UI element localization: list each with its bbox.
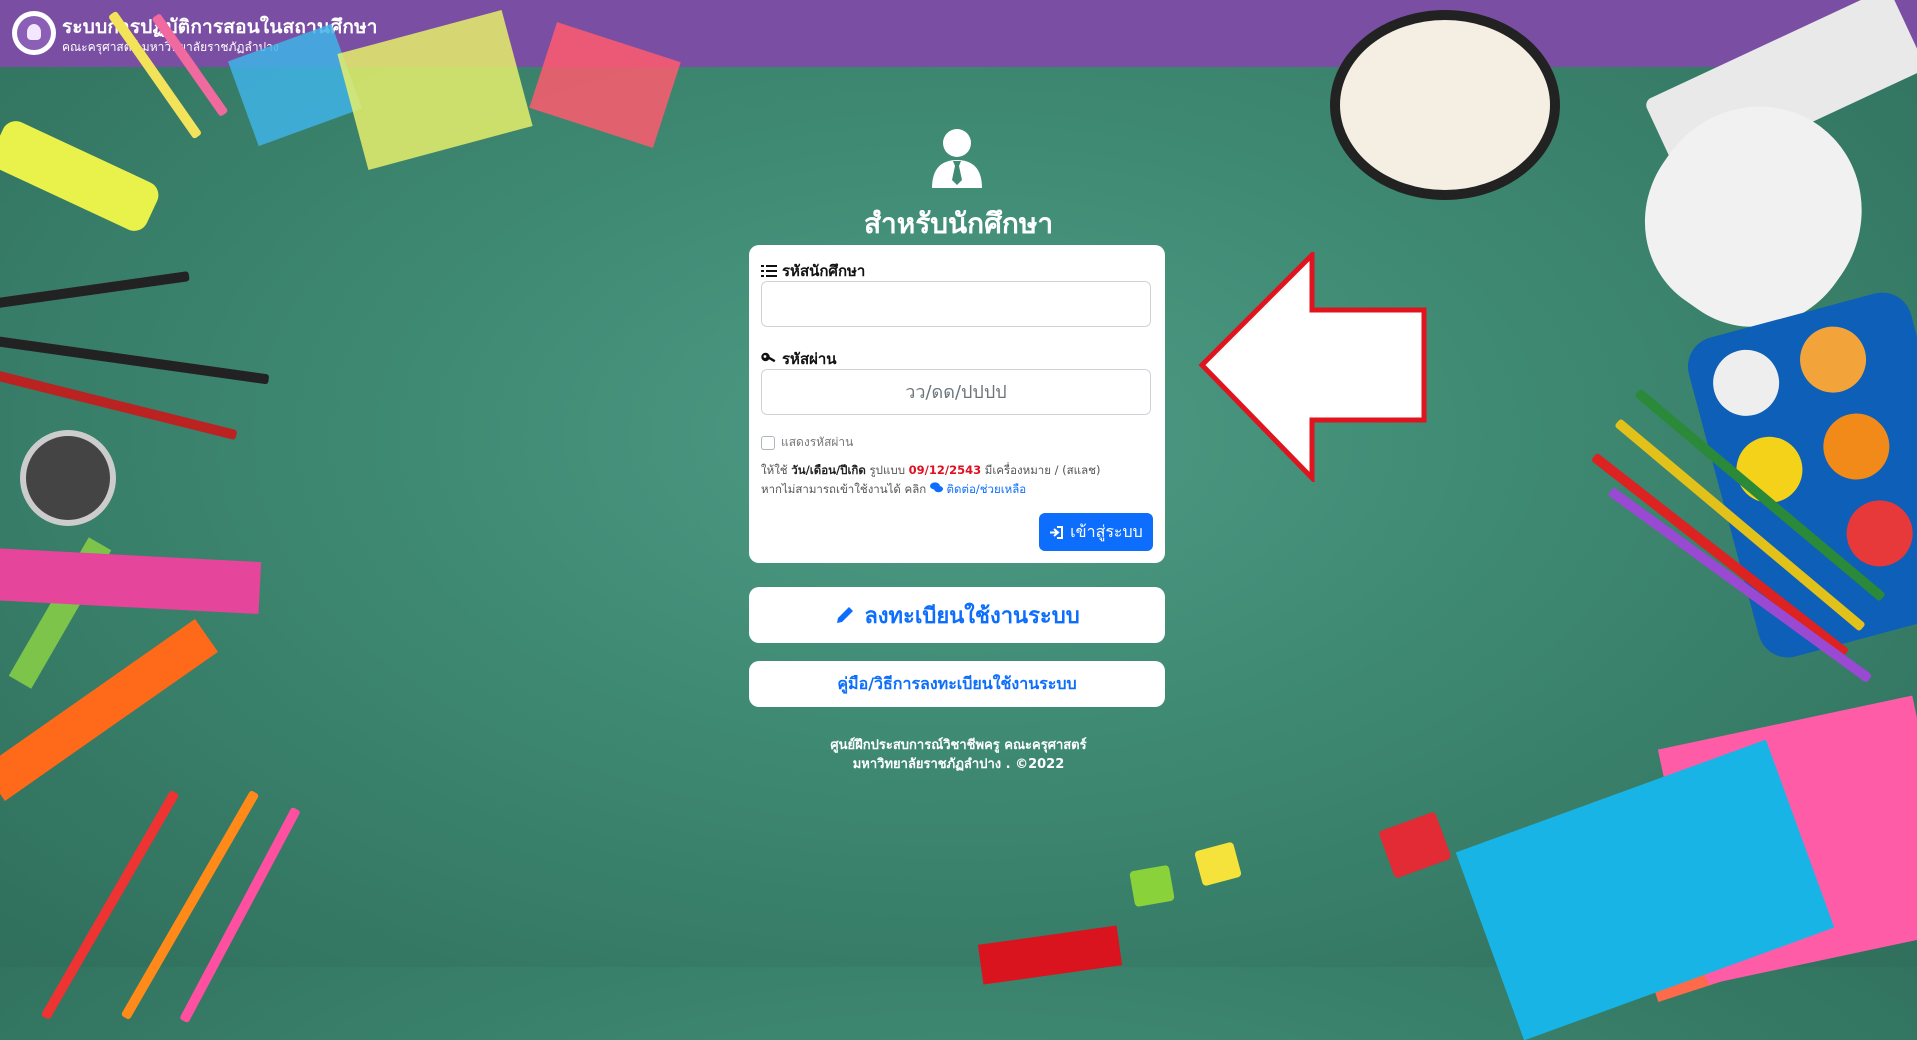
footer-line1: ศูนย์ฝึกประสบการณ์วิชาชีพครู คณะครุศาสตร… [830, 738, 1087, 753]
help-prefix: หากไม่สามารถเข้าใช้งานได้ คลิก [761, 482, 930, 496]
help-link[interactable]: ติดต่อ/ช่วยเหลือ [929, 482, 1027, 496]
login-button[interactable]: เข้าสู่ระบบ [1039, 513, 1153, 551]
show-password-toggle[interactable]: แสดงรหัสผ่าน [761, 433, 853, 452]
hint-suffix: มีเครื่องหมาย / (สแลช) [981, 463, 1101, 477]
register-button[interactable]: ลงทะเบียนใช้งานระบบ [749, 587, 1165, 643]
left-arrow-icon [1198, 252, 1427, 482]
show-password-label: แสดงรหัสผ่าน [781, 435, 854, 449]
student-id-label-text: รหัสนักศึกษา [782, 262, 866, 280]
show-password-checkbox[interactable] [761, 435, 775, 450]
password-label-text: รหัสผ่าน [782, 350, 837, 368]
register-button-label: ลงทะเบียนใช้งานระบบ [864, 603, 1080, 629]
list-ol-icon [761, 265, 777, 277]
key-icon [761, 352, 776, 363]
sign-in-icon [1050, 525, 1064, 539]
footer-line2: มหาวิทยาลัยราชภัฏลำปาง . ©2022 [852, 757, 1065, 772]
login-button-label: เข้าสู่ระบบ [1070, 521, 1143, 541]
pencil-icon [837, 607, 854, 623]
help-hint: หากไม่สามารถเข้าใช้งานได้ คลิก ติดต่อ/ช่… [761, 481, 1026, 499]
password-label: รหัสผ่าน [761, 347, 837, 371]
comments-icon [929, 482, 943, 493]
manual-button-label: คู่มือ/วิธีการลงทะเบียนใช้งานระบบ [837, 673, 1077, 693]
password-input[interactable] [761, 369, 1151, 415]
login-heading: สำหรับนักศึกษา [863, 207, 1054, 240]
user-tie-icon [932, 129, 982, 188]
login-card: รหัสนักศึกษา รหัสผ่าน แสดงรหัสผ่าน ให้ใช… [749, 245, 1165, 563]
hint-mid: รูปแบบ [865, 463, 909, 477]
university-logo[interactable] [12, 11, 56, 55]
hint-example: 09/12/2543 [908, 463, 982, 477]
help-link-text[interactable]: ติดต่อ/ช่วยเหลือ [947, 482, 1027, 496]
manual-button[interactable]: คู่มือ/วิธีการลงทะเบียนใช้งานระบบ [749, 661, 1165, 707]
student-id-input[interactable] [761, 281, 1151, 327]
hint-bold: วัน/เดือน/ปีเกิด [791, 463, 866, 477]
student-id-label: รหัสนักศึกษา [761, 259, 865, 283]
password-hint: ให้ใช้ วัน/เดือน/ปีเกิด รูปแบบ 09/12/254… [761, 462, 1100, 480]
hint-prefix: ให้ใช้ [761, 463, 792, 477]
